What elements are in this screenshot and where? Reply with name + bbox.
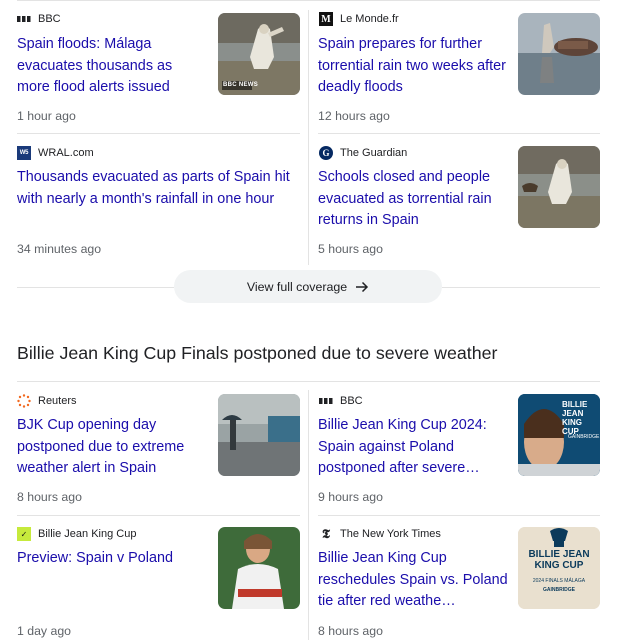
article-thumbnail[interactable]: BILLIE JEAN KING CUP GAINBRIDGE: [518, 394, 600, 476]
article-source: 𝕿 The New York Times: [319, 526, 441, 541]
article-source: M Le Monde.fr: [319, 12, 399, 26]
bbc-logo-icon: [17, 12, 31, 26]
source-name: Billie Jean King Cup: [38, 528, 137, 540]
arrow-right-icon: [355, 280, 369, 294]
source-name: Le Monde.fr: [340, 13, 399, 25]
bjk-cup-logo-icon: ✓: [17, 527, 31, 541]
article-thumbnail[interactable]: BILLIE JEAN KING CUP 2024 FINALS MÁLAGA …: [518, 527, 600, 609]
article-card[interactable]: ✓ Billie Jean King Cup Preview: Spain v …: [0, 516, 308, 640]
article-card[interactable]: W5 WRAL.com Thousands evacuated as parts…: [0, 134, 308, 264]
view-full-coverage-label: View full coverage: [246, 279, 348, 294]
article-thumbnail[interactable]: [518, 13, 600, 95]
article-source: G The Guardian: [319, 146, 407, 160]
article-headline-link[interactable]: Schools closed and people evacuated as t…: [318, 167, 508, 232]
article-headline-link[interactable]: Billie Jean King Cup reschedules Spain v…: [318, 548, 508, 613]
thumb-sub: GAINBRIDGE: [568, 434, 600, 440]
article-source: W5 WRAL.com: [17, 146, 94, 160]
guardian-logo-icon: G: [319, 146, 333, 160]
source-name: BBC: [38, 13, 61, 25]
article-time: 5 hours ago: [318, 242, 383, 256]
article-time: 1 hour ago: [17, 109, 76, 123]
article-card[interactable]: 𝕿 The New York Times Billie Jean King Cu…: [309, 516, 621, 640]
source-name: The Guardian: [340, 147, 408, 159]
source-name: The New York Times: [340, 528, 441, 540]
article-thumbnail[interactable]: [218, 394, 300, 476]
article-source: BBC: [319, 394, 363, 408]
reuters-logo-icon: [17, 394, 31, 408]
article-time: 8 hours ago: [17, 490, 82, 504]
article-source: ✓ Billie Jean King Cup: [17, 527, 136, 541]
source-name: WRAL.com: [38, 147, 94, 159]
view-full-coverage-button[interactable]: View full coverage: [174, 270, 442, 303]
article-headline-link[interactable]: Preview: Spain v Poland: [17, 548, 207, 570]
article-headline-link[interactable]: BJK Cup opening day postponed due to ext…: [17, 415, 207, 480]
article-headline-link[interactable]: Spain prepares for further torrential ra…: [318, 34, 508, 99]
thumb-sub2: GAINBRIDGE: [543, 587, 575, 593]
thumb-text: BILLIE JEAN KING CUP: [562, 400, 588, 436]
article-card[interactable]: G The Guardian Schools closed and people…: [309, 134, 621, 264]
thumb-label: BBC NEWS: [223, 82, 259, 88]
article-source: BBC: [17, 12, 61, 26]
article-thumbnail[interactable]: [218, 527, 300, 609]
article-card[interactable]: Reuters BJK Cup opening day postponed du…: [0, 382, 308, 514]
article-time: 8 hours ago: [318, 624, 383, 638]
nyt-logo-icon: 𝕿: [322, 526, 330, 541]
thumb-text: BILLIE JEAN KING CUP: [528, 549, 590, 571]
article-time: 9 hours ago: [318, 490, 383, 504]
wral-logo-icon: W5: [17, 146, 31, 160]
source-name: Reuters: [38, 395, 77, 407]
article-time: 12 hours ago: [318, 109, 390, 123]
article-time: 1 day ago: [17, 624, 72, 638]
article-thumbnail[interactable]: [518, 146, 600, 228]
article-thumbnail[interactable]: BBC NEWS: [218, 13, 300, 95]
source-name: BBC: [340, 395, 363, 407]
article-time: 34 minutes ago: [17, 242, 102, 256]
article-card[interactable]: M Le Monde.fr Spain prepares for further…: [309, 0, 621, 132]
cluster-title[interactable]: Billie Jean King Cup Finals postponed du…: [17, 343, 497, 364]
divider: [442, 287, 600, 288]
article-headline-link[interactable]: Spain floods: Málaga evacuates thousands…: [17, 34, 207, 99]
article-source: Reuters: [17, 394, 77, 408]
article-headline-link[interactable]: Billie Jean King Cup 2024: Spain against…: [318, 415, 508, 480]
article-headline-link[interactable]: Thousands evacuated as parts of Spain hi…: [17, 167, 299, 210]
divider: [17, 287, 174, 288]
bbc-logo-icon: [319, 394, 333, 408]
le-monde-logo-icon: M: [319, 12, 333, 26]
article-card[interactable]: BBC Billie Jean King Cup 2024: Spain aga…: [309, 382, 621, 514]
thumb-sub: 2024 FINALS MÁLAGA: [532, 578, 586, 584]
article-card[interactable]: BBC Spain floods: Málaga evacuates thous…: [0, 0, 308, 132]
